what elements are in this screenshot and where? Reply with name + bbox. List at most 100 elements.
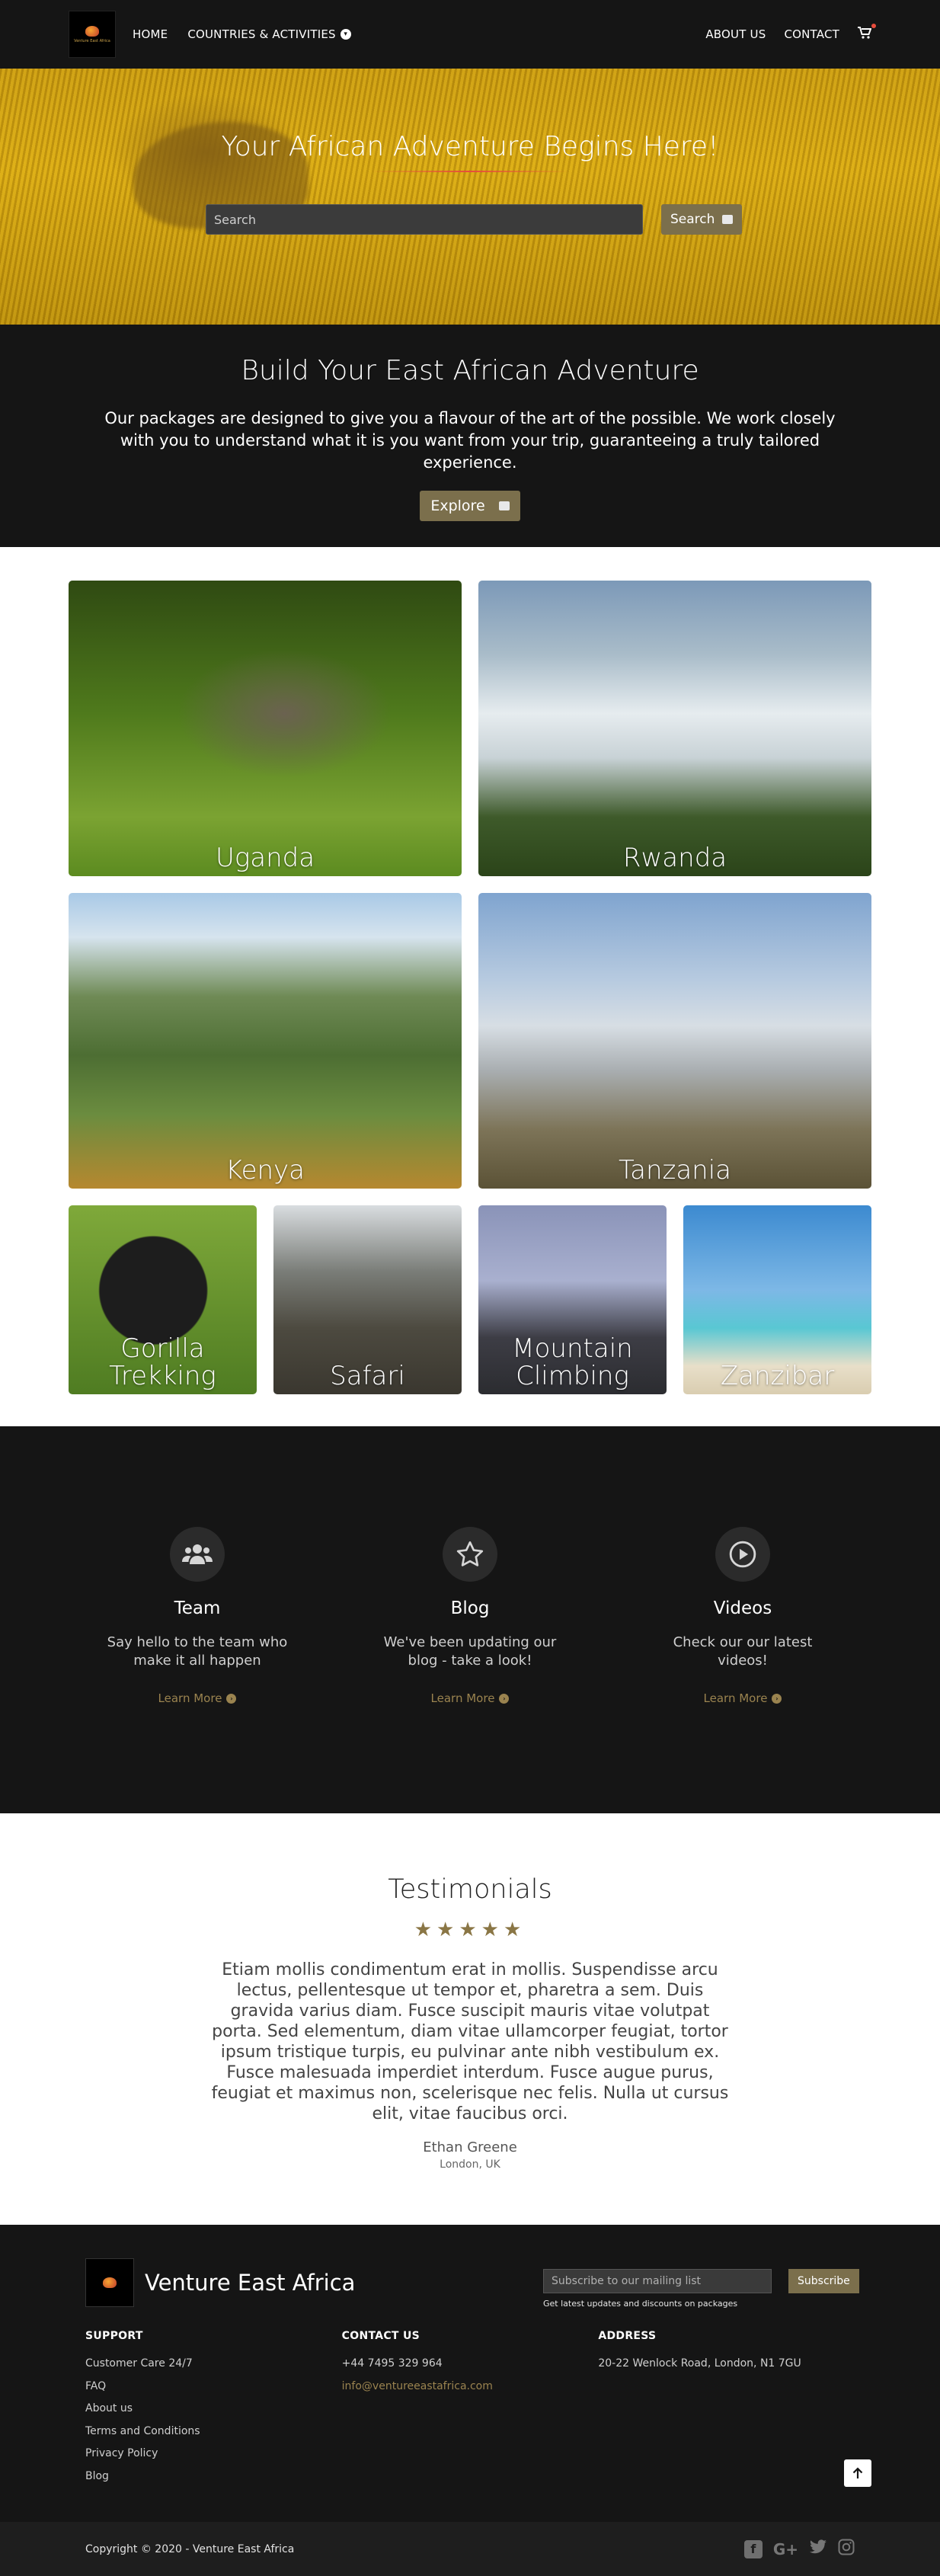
logo-text: Venture East Africa [74, 38, 110, 43]
build-adventure-section: Build Your East African Adventure Our pa… [0, 325, 940, 547]
search-button-icon [722, 215, 734, 224]
explore-button-label: Explore [430, 498, 485, 514]
arrow-right-icon: › [499, 1693, 510, 1704]
destination-card-tanzania[interactable]: Tanzania [478, 893, 871, 1189]
feature-videos: Videos Check our our latest videos! Lear… [621, 1527, 865, 1813]
play-icon [715, 1527, 770, 1582]
destination-label: Kenya [225, 1155, 305, 1186]
activity-card-gorilla-trekking[interactable]: Gorilla Trekking [69, 1205, 257, 1394]
search-button-label: Search [670, 212, 715, 227]
nav-countries-label: COUNTRIES & ACTIVITIES [187, 27, 336, 41]
newsletter-note: Get latest updates and discounts on pack… [543, 2299, 738, 2309]
footer-phone: +44 7495 329 964 [341, 2357, 443, 2370]
activity-label: Gorilla Trekking [109, 1333, 216, 1391]
arrow-up-icon [852, 2467, 863, 2478]
explore-button[interactable]: Explore [420, 491, 520, 521]
rating-stars: ★★★★★ [414, 1918, 526, 1941]
primary-nav: HOME COUNTRIES & ACTIVITIES ▾ [133, 27, 351, 41]
footer-link-customer-care[interactable]: Customer Care 24/7 [85, 2353, 342, 2376]
site-logo[interactable]: Venture East Africa [69, 11, 116, 58]
star-icon [443, 1527, 497, 1582]
arrow-right-icon: › [226, 1693, 237, 1704]
footer-contact-title: CONTACT US [341, 2330, 420, 2342]
copyright-text: Copyright © 2020 - Venture East Africa [85, 2542, 295, 2555]
footer-link-faq[interactable]: FAQ [85, 2376, 342, 2398]
footer-address-column: ADDRESS 20-22 Wenlock Road, London, N1 7… [598, 2330, 855, 2488]
hero-banner: Your African Adventure Begins Here! Sear… [0, 69, 940, 325]
feature-text: Check our our latest videos! [673, 1634, 813, 1669]
cart-icon[interactable] [858, 23, 876, 43]
instagram-icon[interactable] [838, 2539, 855, 2559]
learn-more-label: Learn More [703, 1691, 768, 1705]
team-learn-more-link[interactable]: Learn More › [158, 1691, 237, 1705]
feature-title: Team [174, 1598, 221, 1618]
twitter-icon[interactable] [809, 2539, 827, 2558]
footer-support-title: SUPPORT [85, 2330, 143, 2342]
destination-card-uganda[interactable]: Uganda [69, 581, 462, 876]
activity-card-safari[interactable]: Safari [273, 1205, 462, 1394]
destinations-grid: Uganda Rwanda Kenya Tanzania Gorilla Tre… [0, 547, 940, 1426]
learn-more-label: Learn More [430, 1691, 495, 1705]
facebook-icon[interactable]: f [743, 2539, 763, 2558]
chevron-down-icon: ▾ [340, 29, 351, 40]
copyright-bar: Copyright © 2020 - Venture East Africa f… [0, 2522, 940, 2576]
feature-title: Blog [450, 1598, 490, 1618]
destination-card-rwanda[interactable]: Rwanda [478, 581, 871, 876]
newsletter-form: Subscribe Get latest updates and discoun… [543, 2269, 859, 2309]
activity-label: Zanzibar [720, 1361, 835, 1391]
feature-text: Say hello to the team who make it all ha… [107, 1634, 288, 1669]
footer-address: 20-22 Wenlock Road, London, N1 7GU [598, 2357, 801, 2370]
feature-blog: Blog We've been updating our blog - take… [348, 1527, 592, 1813]
search-button[interactable]: Search [661, 204, 743, 235]
footer-link-about[interactable]: About us [85, 2398, 342, 2421]
testimonial-author: Ethan Greene [423, 2139, 517, 2155]
footer-brand: Venture East Africa [145, 2270, 356, 2296]
feature-title: Videos [713, 1598, 772, 1618]
newsletter-email-input[interactable] [543, 2269, 772, 2293]
build-description: Our packages are designed to give you a … [104, 409, 836, 472]
nav-contact-link[interactable]: CONTACT [784, 27, 839, 41]
back-to-top-button[interactable] [844, 2459, 871, 2487]
subscribe-button[interactable]: Subscribe [788, 2269, 859, 2293]
videos-learn-more-link[interactable]: Learn More › [704, 1691, 782, 1705]
footer-link-terms[interactable]: Terms and Conditions [85, 2421, 342, 2443]
features-section: Team Say hello to the team who make it a… [0, 1426, 940, 1813]
google-plus-icon[interactable]: G+ [773, 2540, 798, 2558]
testimonials-section: Testimonials ★★★★★ Etiam mollis condimen… [0, 1813, 940, 2225]
build-title: Build Your East African Adventure [241, 355, 699, 386]
footer-logo[interactable] [85, 2258, 134, 2307]
cart-badge [871, 23, 876, 28]
nav-about-link[interactable]: ABOUT US [705, 27, 766, 41]
top-navbar: Venture East Africa HOME COUNTRIES & ACT… [0, 0, 940, 69]
activity-card-zanzibar[interactable]: Zanzibar [683, 1205, 871, 1394]
feature-text: We've been updating our blog - take a lo… [383, 1634, 557, 1669]
arrow-right-icon: › [772, 1693, 782, 1704]
blog-learn-more-link[interactable]: Learn More › [431, 1691, 510, 1705]
africa-logo-icon [85, 25, 99, 37]
destination-card-kenya[interactable]: Kenya [69, 893, 462, 1189]
secondary-nav: ABOUT US CONTACT [705, 23, 876, 43]
hero-title: Your African Adventure Begins Here! [221, 131, 719, 162]
destination-label: Tanzania [618, 1155, 732, 1186]
users-icon [170, 1527, 225, 1582]
activity-card-mountain-climbing[interactable]: Mountain Climbing [478, 1205, 667, 1394]
testimonial-quote: Etiam mollis condimentum erat in mollis.… [211, 1960, 729, 2123]
footer-address-title: ADDRESS [598, 2330, 657, 2342]
explore-button-icon [498, 501, 510, 510]
learn-more-label: Learn More [158, 1691, 222, 1705]
footer-email-link[interactable]: info@ventureeastafrica.com [342, 2376, 599, 2398]
hero-search: Search [206, 204, 743, 235]
footer-contact-column: CONTACT US +44 7495 329 964 info@venture… [342, 2330, 599, 2488]
africa-logo-icon [103, 2277, 117, 2288]
footer-support-column: SUPPORT Customer Care 24/7 FAQ About us … [85, 2330, 342, 2488]
testimonial-location: London, UK [440, 2158, 500, 2171]
activity-label: Mountain Climbing [512, 1333, 633, 1391]
feature-team: Team Say hello to the team who make it a… [75, 1527, 319, 1813]
search-input[interactable] [206, 204, 643, 235]
footer-link-blog[interactable]: Blog [85, 2466, 342, 2488]
social-links: f G+ [743, 2539, 855, 2559]
nav-countries-dropdown[interactable]: COUNTRIES & ACTIVITIES ▾ [187, 27, 351, 41]
testimonials-title: Testimonials [388, 1874, 552, 1905]
nav-home-link[interactable]: HOME [133, 27, 168, 41]
footer-link-privacy[interactable]: Privacy Policy [85, 2443, 342, 2466]
